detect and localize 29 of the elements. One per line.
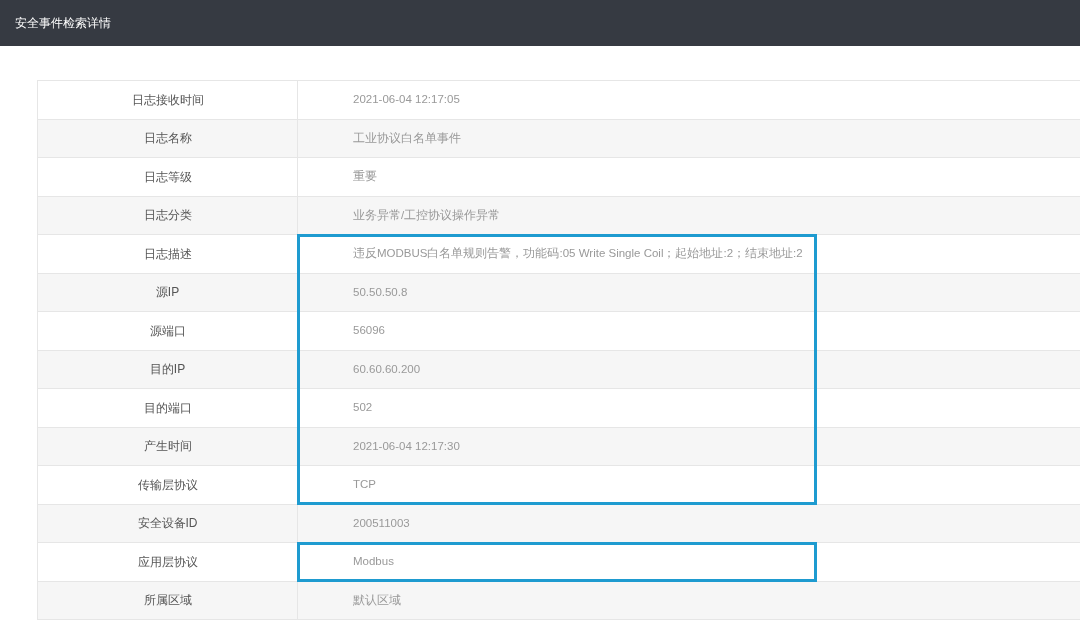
field-value: 业务异常/工控协议操作异常 <box>352 207 502 223</box>
field-value: 2021-06-04 12:17:30 <box>352 438 461 454</box>
field-value: 502 <box>352 400 374 416</box>
field-label: 产生时间 <box>38 427 298 465</box>
field-label: 所属区域 <box>38 581 298 619</box>
field-label: 日志分类 <box>38 196 298 234</box>
field-value: 2021-06-04 12:17:05 <box>352 92 461 108</box>
field-value: 200511003 <box>352 515 411 531</box>
field-label: 传输层协议 <box>38 466 298 504</box>
field-label: 源端口 <box>38 312 298 350</box>
field-label: 日志描述 <box>38 235 298 273</box>
page-title: 安全事件检索详情 <box>15 15 111 32</box>
field-label: 日志接收时间 <box>38 81 298 119</box>
field-label: 安全设备ID <box>38 504 298 542</box>
field-label: 目的IP <box>38 350 298 388</box>
field-label: 日志等级 <box>38 158 298 196</box>
field-value: 50.50.50.8 <box>352 284 409 300</box>
field-label: 日志名称 <box>38 119 298 157</box>
field-value: TCP <box>352 477 377 493</box>
field-label: 应用层协议 <box>38 543 298 581</box>
field-value: 60.60.60.200 <box>352 361 422 377</box>
field-value: 56096 <box>352 323 386 339</box>
field-value: 工业协议白名单事件 <box>352 130 462 146</box>
field-value: 默认区域 <box>352 592 402 608</box>
field-value: Modbus <box>352 554 395 570</box>
field-value: 违反MODBUS白名单规则告警，功能码:05 Write Single Coil；起始地址:2；结束地址:2 <box>352 246 804 262</box>
field-label: 源IP <box>38 273 298 311</box>
field-value: 重要 <box>352 169 378 185</box>
field-label: 目的端口 <box>38 389 298 427</box>
